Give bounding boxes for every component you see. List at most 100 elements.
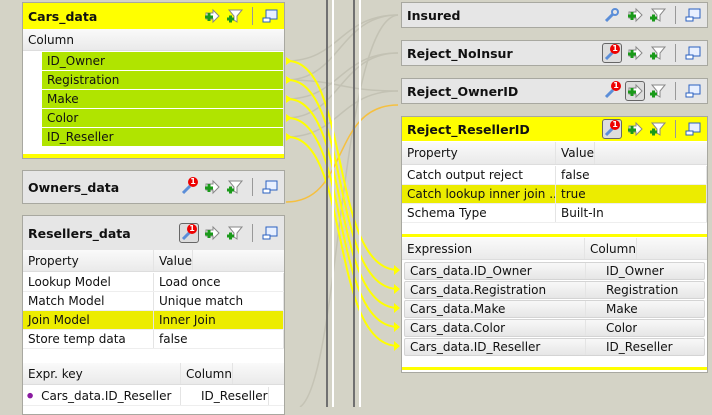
output-table-insured[interactable]: Insured [401,2,708,28]
expression-row[interactable]: Cars_data.Registration Registration [404,281,705,299]
output-settings-icon[interactable]: 1 [602,119,622,139]
filter-icon[interactable] [225,223,245,243]
column-row[interactable]: Registration [23,71,284,90]
expression[interactable]: Cars_data.ID_Reseller [405,339,586,355]
input-table-owners[interactable]: Owners_data 1 [22,170,285,204]
expression-header: Expression [402,238,585,259]
add-output-icon[interactable] [625,5,645,25]
table-title: Reject_ResellerID [407,121,530,137]
add-output-icon[interactable] [202,6,222,26]
add-output-icon[interactable] [202,223,222,243]
minimize-icon[interactable] [260,177,280,197]
lookup-settings-icon[interactable]: 1 [179,177,199,197]
column-row[interactable]: ID_Owner [23,52,284,71]
warning-badge: 1 [610,120,620,130]
property-value[interactable]: Unique match [154,292,284,310]
column-name[interactable]: Color [42,109,284,128]
column-row[interactable]: ID_Reseller [23,128,284,147]
expr-key-header: Expr. key [23,363,181,384]
selection-stripe [402,234,707,237]
minimize-icon[interactable] [683,119,703,139]
output-column: ID_Owner [606,264,664,278]
filter-icon[interactable] [225,6,245,26]
property-row[interactable]: Match Model Unique match [23,292,284,311]
output-table-reject-resellerid[interactable]: Reject_ResellerID 1 Property Value Catch … [401,116,708,373]
row-margin [23,71,42,90]
expression[interactable]: Cars_data.Make [405,301,586,317]
output-settings-icon[interactable]: 1 [602,43,622,63]
property-row[interactable]: Join Model Inner Join [23,311,284,330]
property-value[interactable]: Load once [154,273,284,291]
table-title: Resellers_data [28,225,131,241]
output-table-noinsur[interactable]: Reject_NoInsur 1 [401,40,708,66]
table-title: Reject_NoInsur [407,45,513,61]
key-expression[interactable]: Cars_data.ID_Reseller [41,389,171,403]
column-row[interactable]: Make [23,90,284,109]
filter-icon[interactable] [648,81,668,101]
splitter-left[interactable] [326,0,328,407]
value-header: Value [556,142,595,164]
wrench-icon[interactable] [602,5,622,25]
output-column: ID_Reseller [606,340,673,354]
output-table-ownerid[interactable]: Reject_OwnerID 1 [401,78,708,104]
expression-row[interactable]: Cars_data.ID_Reseller ID_Reseller [404,338,705,356]
property-value[interactable]: false [154,330,284,348]
minimize-icon[interactable] [683,81,703,101]
splitter-right-highlight [359,0,361,407]
warning-badge: 1 [188,177,198,187]
separator [252,178,253,196]
property-name: Lookup Model [23,273,154,291]
expression-row[interactable]: Cars_data.Color Color [404,319,705,337]
property-row[interactable]: Lookup Model Load once [23,273,284,292]
minimize-icon[interactable] [683,5,703,25]
property-value[interactable]: Built-In [556,204,707,222]
filter-icon[interactable] [648,43,668,63]
property-name: Catch output reject [402,166,556,184]
property-name: Join Model [23,311,154,329]
active-links [287,60,399,347]
property-value[interactable]: Inner Join [154,311,284,329]
filter-icon[interactable] [648,119,668,139]
selection-stripe [402,367,707,370]
add-output-icon[interactable] [625,119,645,139]
table-title: Owners_data [28,179,120,195]
property-value[interactable]: true [556,185,707,203]
property-value[interactable]: false [556,166,707,184]
property-name: Schema Type [402,204,556,222]
key-icon: ⚫ [25,389,36,403]
add-output-icon[interactable] [625,81,645,101]
column-name[interactable]: ID_Owner [42,52,284,71]
expression-row[interactable]: Cars_data.ID_Owner ID_Owner [404,262,705,280]
expression[interactable]: Cars_data.Color [405,320,586,336]
expression[interactable]: Cars_data.Registration [405,282,586,298]
lookup-settings-icon[interactable]: 1 [179,223,199,243]
property-row[interactable]: Catch lookup inner join ... true [402,185,707,204]
output-column: Make [606,302,638,316]
filter-icon[interactable] [648,5,668,25]
column-name[interactable]: ID_Reseller [42,128,284,147]
key-row[interactable]: ⚫ Cars_data.ID_Reseller ID_Reseller [23,387,284,406]
column-row[interactable]: Color [23,109,284,128]
property-name: Store temp data [23,330,154,348]
minimize-icon[interactable] [260,223,280,243]
property-row[interactable]: Schema Type Built-In [402,204,707,223]
input-table-resellers[interactable]: Resellers_data 1 Property Value Lookup Mo… [22,215,285,415]
column-name[interactable]: Registration [42,71,284,90]
column-name[interactable]: Make [42,90,284,109]
splitter-right[interactable] [353,0,355,407]
input-table-cars[interactable]: Cars_data Column ID_Owner Registration Mak… [22,2,285,159]
expression[interactable]: Cars_data.ID_Owner [405,263,586,279]
add-output-icon[interactable] [202,177,222,197]
property-name: Catch lookup inner join ... [402,185,556,203]
column-header: Column [181,363,233,384]
property-header: Property [23,250,154,271]
minimize-icon[interactable] [683,43,703,63]
row-margin [23,128,42,147]
property-row[interactable]: Catch output reject false [402,166,707,185]
filter-icon[interactable] [225,177,245,197]
property-row[interactable]: Store temp data false [23,330,284,349]
output-settings-icon[interactable]: 1 [602,81,622,101]
minimize-icon[interactable] [260,6,280,26]
expression-row[interactable]: Cars_data.Make Make [404,300,705,318]
add-output-icon[interactable] [625,43,645,63]
